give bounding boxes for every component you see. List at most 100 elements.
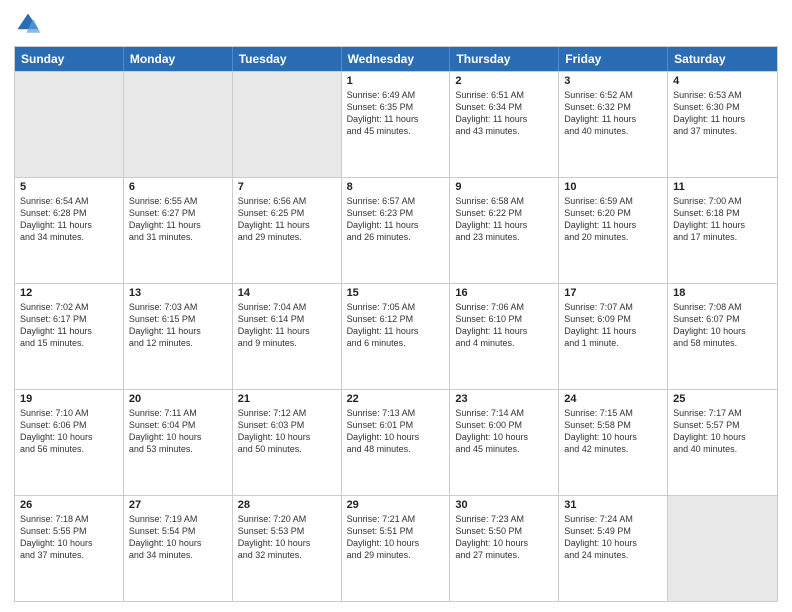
calendar-day-31: 31 Sunrise: 7:24 AM Sunset: 5:49 PM Dayli… [559,496,668,601]
calendar-day-1: 1 Sunrise: 6:49 AM Sunset: 6:35 PM Daylig… [342,72,451,177]
calendar-empty-cell [15,72,124,177]
calendar-day-11: 11 Sunrise: 7:00 AM Sunset: 6:18 PM Dayli… [668,178,777,283]
day-info: Sunrise: 7:05 AM Sunset: 6:12 PM Dayligh… [347,301,445,350]
calendar-day-6: 6 Sunrise: 6:55 AM Sunset: 6:27 PM Daylig… [124,178,233,283]
day-number: 19 [20,393,118,405]
calendar-day-26: 26Sunrise: 7:18 AM Sunset: 5:55 PM Dayli… [15,496,124,601]
calendar-week-5: 26Sunrise: 7:18 AM Sunset: 5:55 PM Dayli… [15,495,777,601]
day-number: 28 [238,499,336,511]
day-info: Sunrise: 6:52 AM Sunset: 6:32 PM Dayligh… [564,89,662,138]
day-number: 20 [129,393,227,405]
calendar-day-20: 20 Sunrise: 7:11 AM Sunset: 6:04 PM Dayli… [124,390,233,495]
calendar-day-16: 16 Sunrise: 7:06 AM Sunset: 6:10 PM Dayli… [450,284,559,389]
day-number: 23 [455,393,553,405]
calendar-day-9: 9 Sunrise: 6:58 AM Sunset: 6:22 PM Daylig… [450,178,559,283]
calendar-week-2: 5 Sunrise: 6:54 AM Sunset: 6:28 PM Daylig… [15,177,777,283]
day-info: Sunrise: 7:08 AM Sunset: 6:07 PM Dayligh… [673,301,772,350]
day-number: 13 [129,287,227,299]
calendar-day-14: 14Sunrise: 7:04 AM Sunset: 6:14 PM Dayli… [233,284,342,389]
calendar-body: 1 Sunrise: 6:49 AM Sunset: 6:35 PM Daylig… [15,71,777,601]
calendar-day-17: 17 Sunrise: 7:07 AM Sunset: 6:09 PM Dayli… [559,284,668,389]
day-info: Sunrise: 6:59 AM Sunset: 6:20 PM Dayligh… [564,195,662,244]
day-info: Sunrise: 7:12 AM Sunset: 6:03 PM Dayligh… [238,407,336,456]
day-number: 10 [564,181,662,193]
calendar-day-21: 21 Sunrise: 7:12 AM Sunset: 6:03 PM Dayli… [233,390,342,495]
day-number: 30 [455,499,553,511]
day-info: Sunrise: 6:57 AM Sunset: 6:23 PM Dayligh… [347,195,445,244]
calendar-week-4: 19 Sunrise: 7:10 AM Sunset: 6:06 PM Dayli… [15,389,777,495]
day-number: 11 [673,181,772,193]
calendar-day-23: 23 Sunrise: 7:14 AM Sunset: 6:00 PM Dayli… [450,390,559,495]
day-number: 26 [20,499,118,511]
day-info: Sunrise: 7:10 AM Sunset: 6:06 PM Dayligh… [20,407,118,456]
day-number: 9 [455,181,553,193]
day-info: Sunrise: 7:14 AM Sunset: 6:00 PM Dayligh… [455,407,553,456]
calendar-week-1: 1 Sunrise: 6:49 AM Sunset: 6:35 PM Daylig… [15,71,777,177]
header-day-wednesday: Wednesday [342,47,451,71]
day-info: Sunrise: 7:03 AM Sunset: 6:15 PM Dayligh… [129,301,227,350]
calendar-day-4: 4 Sunrise: 6:53 AM Sunset: 6:30 PM Daylig… [668,72,777,177]
day-number: 5 [20,181,118,193]
calendar-day-2: 2Sunrise: 6:51 AM Sunset: 6:34 PM Daylig… [450,72,559,177]
day-number: 25 [673,393,772,405]
day-info: Sunrise: 6:54 AM Sunset: 6:28 PM Dayligh… [20,195,118,244]
day-number: 24 [564,393,662,405]
day-info: Sunrise: 7:00 AM Sunset: 6:18 PM Dayligh… [673,195,772,244]
calendar-day-3: 3 Sunrise: 6:52 AM Sunset: 6:32 PM Daylig… [559,72,668,177]
calendar-empty-cell [233,72,342,177]
day-number: 6 [129,181,227,193]
calendar-header-row: SundayMondayTuesdayWednesdayThursdayFrid… [15,47,777,71]
day-number: 17 [564,287,662,299]
calendar-day-18: 18Sunrise: 7:08 AM Sunset: 6:07 PM Dayli… [668,284,777,389]
day-number: 4 [673,75,772,87]
calendar-day-7: 7 Sunrise: 6:56 AM Sunset: 6:25 PM Daylig… [233,178,342,283]
day-number: 22 [347,393,445,405]
day-info: Sunrise: 6:49 AM Sunset: 6:35 PM Dayligh… [347,89,445,138]
day-number: 7 [238,181,336,193]
day-number: 29 [347,499,445,511]
day-number: 2 [455,75,553,87]
day-info: Sunrise: 7:24 AM Sunset: 5:49 PM Dayligh… [564,513,662,562]
header-day-monday: Monday [124,47,233,71]
calendar-week-3: 12Sunrise: 7:02 AM Sunset: 6:17 PM Dayli… [15,283,777,389]
day-number: 12 [20,287,118,299]
day-number: 14 [238,287,336,299]
day-info: Sunrise: 7:23 AM Sunset: 5:50 PM Dayligh… [455,513,553,562]
header-day-thursday: Thursday [450,47,559,71]
day-number: 31 [564,499,662,511]
header-day-friday: Friday [559,47,668,71]
header-day-tuesday: Tuesday [233,47,342,71]
calendar-day-30: 30 Sunrise: 7:23 AM Sunset: 5:50 PM Dayli… [450,496,559,601]
day-number: 27 [129,499,227,511]
calendar: SundayMondayTuesdayWednesdayThursdayFrid… [14,46,778,602]
day-info: Sunrise: 6:56 AM Sunset: 6:25 PM Dayligh… [238,195,336,244]
calendar-day-19: 19 Sunrise: 7:10 AM Sunset: 6:06 PM Dayli… [15,390,124,495]
day-number: 16 [455,287,553,299]
day-info: Sunrise: 7:13 AM Sunset: 6:01 PM Dayligh… [347,407,445,456]
day-info: Sunrise: 7:19 AM Sunset: 5:54 PM Dayligh… [129,513,227,562]
day-number: 3 [564,75,662,87]
calendar-day-10: 10 Sunrise: 6:59 AM Sunset: 6:20 PM Dayli… [559,178,668,283]
day-info: Sunrise: 6:58 AM Sunset: 6:22 PM Dayligh… [455,195,553,244]
logo-icon [14,10,42,38]
day-number: 1 [347,75,445,87]
header-day-sunday: Sunday [15,47,124,71]
day-info: Sunrise: 6:55 AM Sunset: 6:27 PM Dayligh… [129,195,227,244]
calendar-day-28: 28 Sunrise: 7:20 AM Sunset: 5:53 PM Dayli… [233,496,342,601]
calendar-day-25: 25Sunrise: 7:17 AM Sunset: 5:57 PM Dayli… [668,390,777,495]
day-info: Sunrise: 7:11 AM Sunset: 6:04 PM Dayligh… [129,407,227,456]
day-info: Sunrise: 7:20 AM Sunset: 5:53 PM Dayligh… [238,513,336,562]
day-number: 21 [238,393,336,405]
calendar-empty-cell [668,496,777,601]
header [14,10,778,38]
day-info: Sunrise: 7:06 AM Sunset: 6:10 PM Dayligh… [455,301,553,350]
calendar-day-27: 27 Sunrise: 7:19 AM Sunset: 5:54 PM Dayli… [124,496,233,601]
day-info: Sunrise: 6:53 AM Sunset: 6:30 PM Dayligh… [673,89,772,138]
calendar-day-13: 13 Sunrise: 7:03 AM Sunset: 6:15 PM Dayli… [124,284,233,389]
calendar-day-8: 8 Sunrise: 6:57 AM Sunset: 6:23 PM Daylig… [342,178,451,283]
calendar-day-15: 15 Sunrise: 7:05 AM Sunset: 6:12 PM Dayli… [342,284,451,389]
day-number: 8 [347,181,445,193]
logo [14,10,46,38]
day-info: Sunrise: 7:07 AM Sunset: 6:09 PM Dayligh… [564,301,662,350]
day-number: 15 [347,287,445,299]
